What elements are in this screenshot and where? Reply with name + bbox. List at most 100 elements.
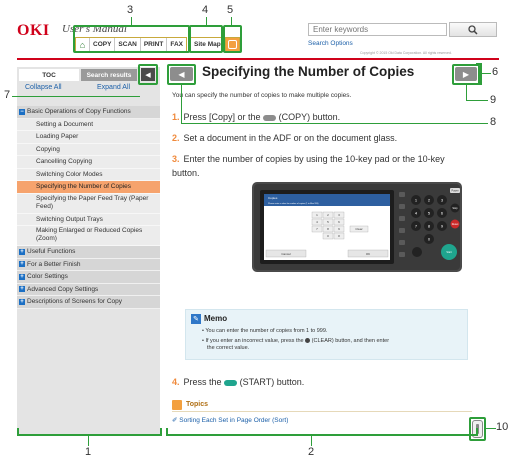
callout-2-bracket	[166, 428, 168, 436]
callout-3-line	[131, 17, 132, 25]
oki-logo: OKI	[17, 22, 50, 39]
callout-8-box	[167, 64, 196, 85]
toc-panel: TOC Search results ◀ Collapse All Expand…	[17, 67, 160, 434]
toc-child-item-active[interactable]: Specifying the Number of Copies	[17, 181, 160, 194]
callout-7-box	[138, 64, 158, 85]
callout-6-bracket	[480, 63, 482, 85]
memo-item: • You can enter the number of copies fro…	[202, 328, 328, 334]
callout-9: 9	[490, 94, 497, 106]
callout-9-box	[452, 64, 480, 85]
copy-button-icon	[263, 114, 277, 121]
step-4: 4. Press the (START) button.	[172, 377, 305, 387]
callout-7-line	[12, 96, 140, 97]
expand-icon[interactable]: +	[19, 261, 25, 268]
toc-parent-item[interactable]: + For a Better Finish	[17, 258, 160, 271]
toc-child-item[interactable]: Switching Color Modes	[17, 168, 160, 181]
memo-box: ✎ Memo • You can enter the number of cop…	[185, 309, 468, 360]
toc-parent-item[interactable]: + Advanced Copy Settings	[17, 283, 160, 296]
step-1: 1. Press [Copy] or the (COPY) button.	[172, 112, 341, 122]
step-number: 3.	[172, 154, 180, 164]
collapse-all-link[interactable]: Collapse All	[25, 84, 62, 91]
callout-9-line	[466, 85, 467, 100]
search-options-link[interactable]: Search Options	[308, 40, 353, 47]
expand-icon[interactable]: +	[19, 298, 25, 305]
expand-all-link[interactable]: Expand All	[97, 84, 130, 91]
topics-icon	[172, 400, 182, 410]
callout-10-box	[469, 417, 486, 441]
step-number: 2.	[172, 133, 180, 143]
callout-1-bracket	[160, 428, 162, 436]
expand-icon[interactable]: +	[19, 286, 25, 293]
collapse-icon[interactable]: −	[19, 108, 25, 115]
toc-parent-item[interactable]: + Useful Functions	[17, 246, 160, 259]
toc-parent-item[interactable]: + Color Settings	[17, 271, 160, 284]
callout-3-box	[73, 25, 190, 53]
tab-search-results[interactable]: Search results	[81, 69, 137, 81]
memo-icon: ✎	[191, 314, 201, 324]
callout-8: 8	[490, 116, 497, 128]
callout-2: 2	[308, 446, 315, 458]
copyright-text: Copyright © 2015 Oki Data Corporation. A…	[360, 51, 452, 55]
callout-5-line	[231, 17, 232, 25]
callout-10-line	[486, 428, 496, 429]
page-title: Specifying the Number of Copies	[202, 64, 415, 79]
expand-icon[interactable]: +	[19, 273, 25, 280]
step-3: 3. Enter the number of copies by using th…	[172, 154, 445, 178]
start-button-icon	[224, 379, 238, 386]
memo-item: • If you enter an incorrect value, press…	[202, 338, 390, 344]
callout-7: 7	[4, 89, 11, 101]
toc-parent-item[interactable]: + Descriptions of Screens for Copy	[17, 296, 160, 309]
toc-child-item[interactable]: Specifying the Paper Feed Tray (Paper Fe…	[17, 193, 160, 214]
callout-5-box	[223, 25, 242, 53]
operation-panel-illustration: Copies Please enter a value for number o…	[252, 182, 462, 272]
hw-label: Start	[446, 251, 452, 254]
memo-item-continued: the correct value.	[207, 345, 250, 351]
toc-child-item[interactable]: Loading Paper	[17, 131, 160, 144]
topic-link[interactable]: ✐ Sorting Each Set in Page Order (Sort)	[172, 416, 288, 424]
callout-1: 1	[85, 446, 92, 458]
tab-toc[interactable]: TOC	[19, 69, 79, 81]
callout-2-bracket	[166, 434, 478, 436]
hw-label: Power	[451, 190, 458, 193]
topics-label: Topics	[186, 401, 209, 408]
screen-cancel-button: Cancel	[281, 252, 291, 256]
toc-list: − Basic Operations of Copy Functions Sett…	[17, 106, 160, 309]
callout-4-line	[206, 17, 207, 25]
callout-5: 5	[227, 4, 234, 16]
search-icon[interactable]	[449, 22, 497, 37]
header-divider	[17, 58, 499, 60]
hw-label: Stop	[452, 207, 458, 210]
screen-clear-key: Clear	[355, 227, 362, 231]
memo-title: Memo	[204, 314, 228, 323]
intro-text: You can specify the number of copies to …	[172, 92, 352, 99]
clear-button-icon	[305, 338, 311, 344]
topics-divider	[172, 411, 472, 412]
screen-ok-button: OK	[366, 252, 370, 256]
callout-8-line	[181, 123, 488, 124]
toc-child-item[interactable]: Cancelling Copying	[17, 156, 160, 169]
callout-2-line	[311, 436, 312, 446]
callout-9-line	[466, 100, 488, 101]
toc-child-item[interactable]: Switching Output Trays	[17, 213, 160, 226]
hw-label: Reset	[452, 223, 459, 226]
toc-parent-item[interactable]: − Basic Operations of Copy Functions	[17, 106, 160, 119]
callout-10: 10	[496, 421, 509, 433]
search-input[interactable]	[308, 23, 447, 36]
expand-icon[interactable]: +	[19, 248, 25, 255]
callout-3: 3	[127, 4, 134, 16]
callout-8-line	[181, 85, 182, 123]
callout-1-line	[88, 436, 89, 446]
callout-4-box	[189, 25, 223, 53]
step-2: 2. Set a document in the ADF or on the do…	[172, 133, 398, 143]
toc-child-item[interactable]: Copying	[17, 143, 160, 156]
callout-1-bracket	[17, 434, 162, 436]
callout-4: 4	[202, 4, 209, 16]
panel-header-text: Copies	[268, 196, 278, 200]
callout-6: 6	[492, 66, 499, 78]
step-number: 4.	[172, 377, 180, 387]
step-number: 1.	[172, 112, 180, 122]
toc-child-item[interactable]: Making Enlarged or Reduced Copies (Zoom)	[17, 226, 160, 246]
toc-child-item[interactable]: Setting a Document	[17, 118, 160, 131]
panel-sub-text: Please enter a value for number of copie…	[268, 202, 319, 205]
callout-6-line	[482, 73, 491, 74]
